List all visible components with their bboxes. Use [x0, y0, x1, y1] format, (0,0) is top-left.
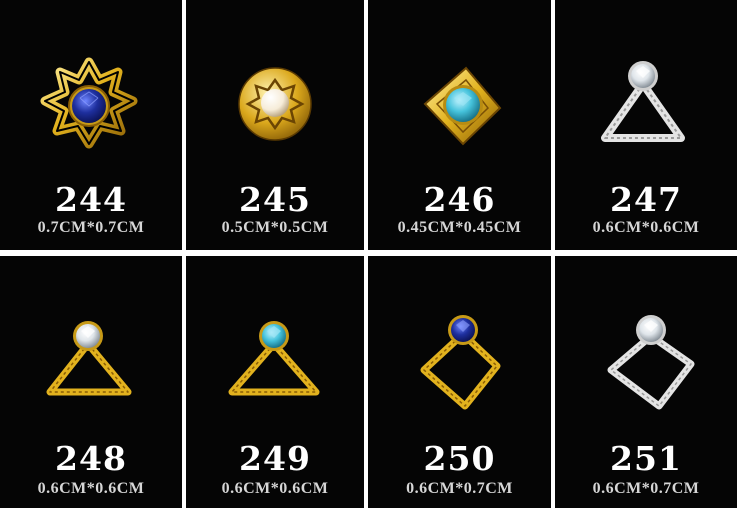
- square-aqua-charm-image: [423, 66, 502, 146]
- product-tile-245: 245 0.5CM*0.5CM: [186, 0, 364, 250]
- pearl-round-charm-image: [238, 67, 312, 141]
- item-number: 248: [55, 439, 127, 478]
- silver-triangle-charm-image: [601, 61, 685, 142]
- product-tile-251: 251 0.6CM*0.7CM: [555, 256, 737, 508]
- item-number: 250: [423, 439, 496, 478]
- item-size: 0.6CM*0.7CM: [592, 480, 700, 497]
- product-tile-250: 250 0.6CM*0.7CM: [368, 256, 551, 508]
- item-size: 0.6CM*0.6CM: [37, 480, 145, 497]
- item-number: 246: [423, 180, 496, 219]
- item-number: 245: [239, 180, 311, 219]
- product-tile-248: 248 0.6CM*0.6CM: [0, 256, 182, 508]
- item-number: 247: [610, 180, 682, 219]
- item-size: 0.6CM*0.7CM: [406, 480, 513, 497]
- product-tile-246: 246 0.45CM*0.45CM: [368, 0, 551, 250]
- gold-triangle-charm-image: [46, 321, 132, 396]
- product-grid: 244 0.7CM*0.7CM 245 0.5CM*0.5CM 246 0.45…: [0, 0, 737, 508]
- item-number: 251: [610, 439, 682, 478]
- star-flower-charm-image: [40, 57, 138, 149]
- item-size: 0.5CM*0.5CM: [221, 219, 329, 236]
- item-number: 249: [239, 439, 311, 478]
- product-tile-249: 249 0.6CM*0.6CM: [186, 256, 364, 508]
- product-tile-244: 244 0.7CM*0.7CM: [0, 0, 182, 250]
- item-size: 0.45CM*0.45CM: [397, 219, 522, 236]
- silver-rhombus-charm-image: [607, 315, 695, 410]
- gold-rhombus-sapphire-charm-image: [420, 315, 501, 410]
- item-size: 0.7CM*0.7CM: [37, 219, 145, 236]
- product-tile-247: 247 0.6CM*0.6CM: [555, 0, 737, 250]
- item-size: 0.6CM*0.6CM: [592, 219, 700, 236]
- gold-triangle-aqua-charm-image: [228, 321, 320, 396]
- item-size: 0.6CM*0.6CM: [221, 480, 329, 497]
- item-number: 244: [55, 180, 127, 219]
